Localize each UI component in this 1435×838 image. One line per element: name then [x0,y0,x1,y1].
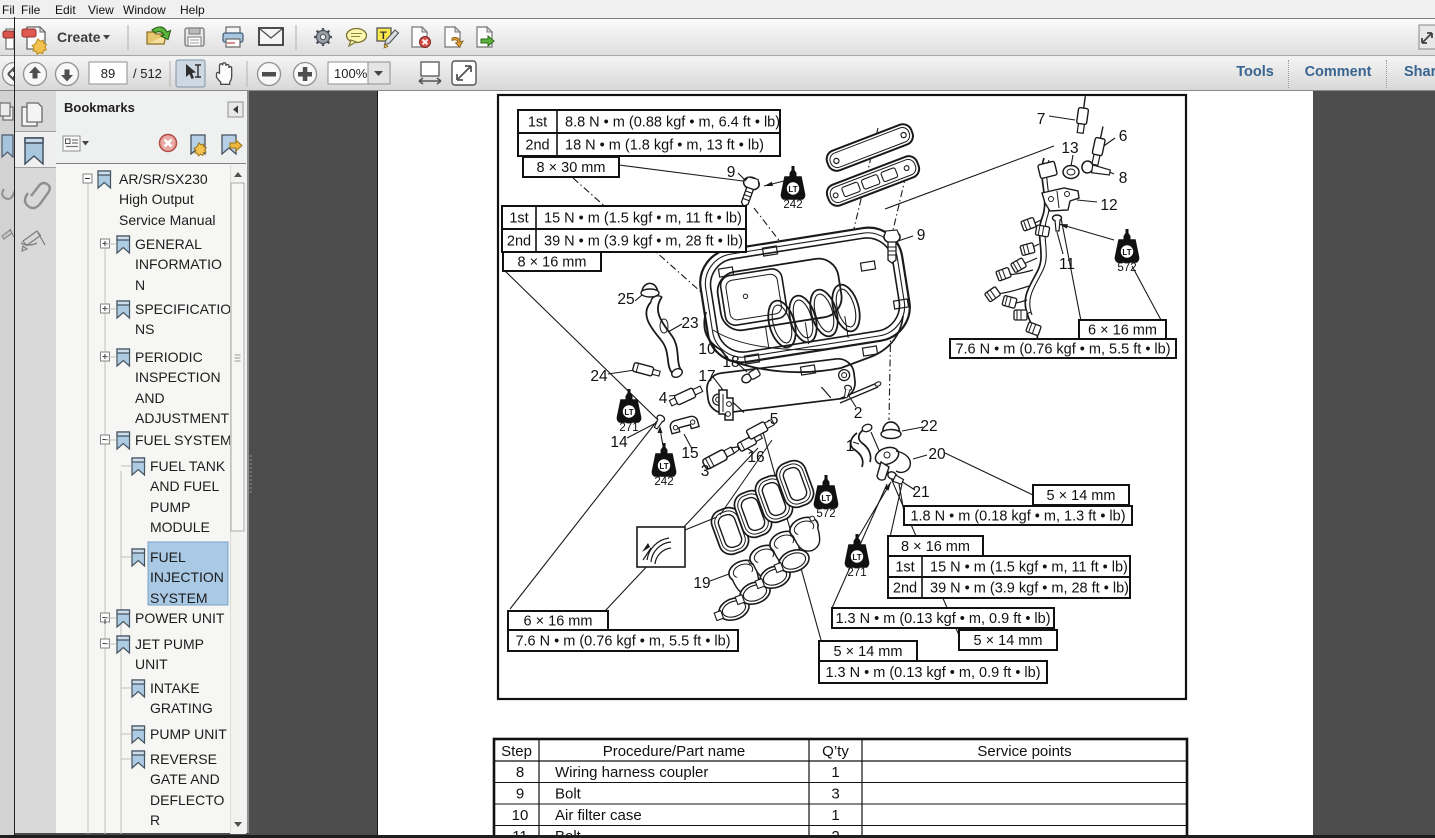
svg-text:15 N • m (1.5 kgf • m, 11 ft •: 15 N • m (1.5 kgf • m, 11 ft • lb) [930,560,1128,576]
svg-text:16: 16 [747,449,764,466]
svg-text:5: 5 [770,411,779,428]
svg-text:4: 4 [659,390,668,407]
svg-text:8: 8 [516,764,524,781]
svg-text:20: 20 [928,446,946,463]
svg-text:9: 9 [516,786,524,803]
svg-text:242: 242 [654,476,673,488]
svg-text:9: 9 [727,164,736,181]
svg-text:8 × 16 mm: 8 × 16 mm [901,539,970,555]
svg-text:Bolt: Bolt [555,786,582,803]
svg-text:39 N • m (3.9 kgf • m, 28 ft •: 39 N • m (3.9 kgf • m, 28 ft • lb) [544,234,743,250]
svg-text:5 × 14 mm: 5 × 14 mm [834,644,903,660]
svg-text:18 N • m (1.8 kgf • m, 13 ft •: 18 N • m (1.8 kgf • m, 13 ft • lb) [565,138,764,154]
svg-text:Step: Step [501,743,532,760]
svg-text:242: 242 [783,199,802,211]
svg-text:9: 9 [917,227,926,244]
svg-text:15 N • m (1.5 kgf • m, 11 ft •: 15 N • m (1.5 kgf • m, 11 ft • lb) [544,211,742,227]
svg-text:7.6 N • m (0.76 kgf • m, 5.5 f: 7.6 N • m (0.76 kgf • m, 5.5 ft • lb) [955,342,1170,358]
svg-text:1.3 N • m (0.13 kgf • m, 0.9 f: 1.3 N • m (0.13 kgf • m, 0.9 ft • lb) [835,611,1050,627]
svg-text:6 × 16 mm: 6 × 16 mm [1088,323,1157,339]
svg-text:7.6 N • m (0.76 kgf • m, 5.5 f: 7.6 N • m (0.76 kgf • m, 5.5 ft • lb) [515,634,730,650]
svg-text:LT: LT [821,494,830,503]
svg-text:11: 11 [1059,256,1075,273]
svg-text:89: 89 [101,66,115,81]
svg-text:18: 18 [722,354,739,371]
svg-text:22: 22 [920,418,937,435]
svg-text:LT: LT [852,553,861,562]
svg-text:17: 17 [698,368,715,385]
svg-text:8.8 N • m (0.88 kgf • m, 6.4 f: 8.8 N • m (0.88 kgf • m, 6.4 ft • lb) [565,115,780,131]
svg-text:LT: LT [1122,248,1131,257]
svg-text:3: 3 [831,786,839,803]
svg-text:2nd: 2nd [525,138,549,154]
svg-text:LT: LT [624,408,633,417]
svg-text:100%: 100% [334,66,368,81]
svg-text:271: 271 [619,422,638,434]
svg-text:LT: LT [788,185,797,194]
svg-text:1: 1 [831,807,839,824]
svg-text:13: 13 [1061,140,1078,157]
svg-text:6: 6 [1119,128,1128,145]
svg-text:1: 1 [831,764,839,781]
svg-text:Q’ty: Q’ty [822,743,849,760]
svg-text:271: 271 [847,567,866,579]
svg-text:2nd: 2nd [893,581,917,597]
svg-text:8: 8 [1119,170,1128,187]
svg-text:1st: 1st [895,560,914,576]
svg-text:1.8 N • m (0.18 kgf • m, 1.3 f: 1.8 N • m (0.18 kgf • m, 1.3 ft • lb) [910,509,1125,525]
svg-text:3: 3 [701,463,710,480]
svg-text:2: 2 [854,405,863,422]
svg-text:Air filter case: Air filter case [555,807,642,824]
svg-text:15: 15 [681,445,698,462]
svg-text:7: 7 [1037,111,1046,128]
svg-text:Procedure/Part name: Procedure/Part name [603,743,746,760]
svg-text:8 × 16 mm: 8 × 16 mm [518,255,587,271]
svg-text:21: 21 [912,484,929,501]
svg-text:5 × 14 mm: 5 × 14 mm [974,633,1043,649]
svg-text:24: 24 [590,368,608,385]
svg-text:19: 19 [693,575,710,592]
svg-text:1st: 1st [509,211,528,227]
svg-text:10: 10 [512,807,529,824]
svg-text:14: 14 [610,434,628,451]
svg-text:23: 23 [681,315,698,332]
svg-text:12: 12 [1100,197,1117,214]
svg-text:25: 25 [617,291,634,308]
svg-text:Service points: Service points [977,743,1071,760]
svg-text:6 × 16 mm: 6 × 16 mm [524,614,593,630]
svg-text:1st: 1st [528,115,547,131]
svg-text:572: 572 [1117,262,1136,274]
svg-text:Create: Create [57,29,101,45]
svg-text:1: 1 [846,438,855,455]
svg-text:10: 10 [698,341,716,358]
svg-text:/ 512: / 512 [133,66,162,81]
svg-text:572: 572 [816,508,835,520]
svg-text:1.3 N • m (0.13 kgf • m, 0.9 f: 1.3 N • m (0.13 kgf • m, 0.9 ft • lb) [825,665,1040,681]
svg-text:Wiring harness coupler: Wiring harness coupler [555,764,708,781]
svg-text:LT: LT [659,462,668,471]
svg-text:5 × 14 mm: 5 × 14 mm [1047,488,1116,504]
svg-text:39 N • m (3.9 kgf • m, 28 ft •: 39 N • m (3.9 kgf • m, 28 ft • lb) [930,581,1129,597]
svg-text:2nd: 2nd [507,234,531,250]
svg-text:8 × 30 mm: 8 × 30 mm [537,160,606,176]
